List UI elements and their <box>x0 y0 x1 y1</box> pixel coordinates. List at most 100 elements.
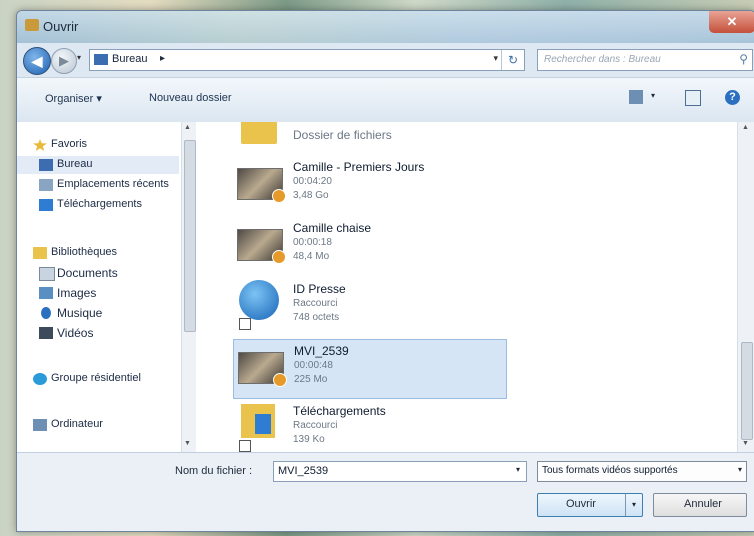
scroll-up-icon[interactable]: ▲ <box>742 124 749 131</box>
sidebar-item-music[interactable]: Musique <box>17 304 179 322</box>
star-icon <box>33 139 47 151</box>
desktop-icon <box>39 159 53 171</box>
history-dropdown[interactable]: ▾ <box>77 53 81 62</box>
video-thumbnail <box>238 352 287 387</box>
back-button[interactable]: ◀ <box>23 47 51 75</box>
sidebar-item-desktop[interactable]: Bureau <box>17 156 179 174</box>
downloads-folder-icon <box>241 404 275 438</box>
file-type-value[interactable]: Tous formats vidéos supportés <box>542 465 678 476</box>
views-icon[interactable] <box>629 90 643 104</box>
organize-button[interactable]: Organiser ▾ <box>45 92 102 105</box>
sidebar-item-favorites[interactable]: Favoris <box>17 136 179 154</box>
preview-pane-icon[interactable] <box>685 90 701 106</box>
search-icon[interactable]: ⚲ <box>739 52 748 66</box>
help-icon[interactable]: ? <box>725 90 740 105</box>
file-size: 48,4 Mo <box>293 251 330 262</box>
file-name: Camille - Premiers Jours <box>293 160 425 174</box>
file-type-dropdown-icon[interactable]: ▾ <box>738 465 742 474</box>
sidebar-item-videos[interactable]: Vidéos <box>17 324 179 342</box>
file-name: ID Presse <box>293 282 346 296</box>
shortcut-arrow-icon <box>239 318 251 330</box>
cancel-button[interactable]: Annuler <box>653 493 747 517</box>
library-icon <box>33 247 47 259</box>
file-name: Camille chaise <box>293 221 372 235</box>
sidebar-item-homegroup[interactable]: Groupe résidentiel <box>17 370 179 388</box>
list-item[interactable]: ID Presse Raccourci 748 octets <box>233 278 505 336</box>
search-box[interactable]: Rechercher dans : Bureau ⚲ <box>537 49 753 71</box>
open-dropdown-icon[interactable]: ▾ <box>625 494 642 516</box>
sidebar-item-images[interactable]: Images <box>17 284 179 302</box>
close-button[interactable]: ✕ <box>709 11 754 33</box>
sidebar-item-computer[interactable]: Ordinateur <box>17 416 179 434</box>
sidebar-item-label: Documents <box>57 266 118 280</box>
video-thumbnail <box>237 168 286 203</box>
filename-field[interactable]: MVI_2539 ▾ <box>273 461 527 482</box>
views-dropdown-icon[interactable]: ▾ <box>651 91 655 100</box>
open-file-dialog: Ouvrir ✕ ◀ ▶ ▾ Bureau ▸ ▾ ↻ Rechercher d… <box>16 10 754 532</box>
sidebar-item-label: Bibliothèques <box>51 246 118 258</box>
file-size: 3,48 Go <box>293 190 329 201</box>
sidebar-item-label: Ordinateur <box>51 418 103 430</box>
scroll-up-icon[interactable]: ▲ <box>184 124 191 131</box>
id-presse-icon <box>239 280 279 320</box>
list-item-selected[interactable]: MVI_2539 00:00:48 225 Mo <box>233 339 507 399</box>
sidebar-scrollbar[interactable]: ▲ ▼ <box>181 122 196 452</box>
folder-icon <box>94 54 108 65</box>
video-badge-icon <box>272 189 286 203</box>
documents-icon <box>39 267 55 281</box>
breadcrumb[interactable]: Bureau <box>112 53 147 65</box>
address-dropdown-icon[interactable]: ▾ <box>493 53 498 64</box>
shortcut-arrow-icon <box>239 440 251 452</box>
homegroup-icon <box>33 373 47 385</box>
list-item[interactable]: Camille - Premiers Jours 00:04:20 3,48 G… <box>233 156 505 214</box>
title-bar[interactable]: Ouvrir ✕ <box>17 11 754 43</box>
music-icon <box>41 307 51 319</box>
open-button[interactable]: Ouvrir ▾ <box>537 493 643 517</box>
file-list: Dossier de fichiers Camille - Premiers J… <box>197 122 737 452</box>
address-bar[interactable]: Bureau ▸ ▾ ↻ <box>89 49 525 71</box>
file-name: Dossier de fichiers <box>293 128 392 142</box>
scroll-down-icon[interactable]: ▼ <box>184 440 191 447</box>
file-list-scrollbar[interactable]: ▲ ▼ <box>737 122 754 452</box>
sidebar-item-label: Images <box>57 286 97 300</box>
forward-button[interactable]: ▶ <box>51 48 77 74</box>
scroll-down-icon[interactable]: ▼ <box>742 440 749 447</box>
refresh-button[interactable]: ↻ <box>501 50 524 70</box>
new-folder-button[interactable]: Nouveau dossier <box>149 92 232 104</box>
list-item[interactable]: Téléchargements Raccourci 139 Ko <box>233 400 505 452</box>
scrollbar-thumb[interactable] <box>741 342 753 440</box>
list-item[interactable]: Camille chaise 00:00:18 48,4 Mo <box>233 217 505 275</box>
computer-icon <box>33 419 47 431</box>
filename-value[interactable]: MVI_2539 <box>278 465 328 477</box>
file-name: Téléchargements <box>293 404 386 418</box>
file-type: Raccourci <box>293 298 338 309</box>
file-duration: 00:04:20 <box>293 176 332 187</box>
dialog-title: Ouvrir <box>43 19 79 34</box>
file-type-select[interactable]: Tous formats vidéos supportés ▾ <box>537 461 747 482</box>
sidebar-item-label: Musique <box>57 306 103 320</box>
navigation-pane: Favoris Bureau Emplacements récents Télé… <box>17 122 197 452</box>
video-badge-icon <box>273 373 287 387</box>
recent-places-icon <box>39 179 53 191</box>
command-toolbar: Organiser ▾ Nouveau dossier ▾ ? <box>17 77 754 123</box>
sidebar-item-label: Favoris <box>51 138 88 150</box>
open-button-label[interactable]: Ouvrir <box>566 498 596 510</box>
search-input[interactable]: Rechercher dans : Bureau <box>544 54 661 65</box>
video-badge-icon <box>272 250 286 264</box>
filename-dropdown-icon[interactable]: ▾ <box>516 465 520 474</box>
file-duration: 00:00:18 <box>293 237 332 248</box>
file-name: MVI_2539 <box>294 344 349 358</box>
sidebar-item-documents[interactable]: Documents <box>17 264 179 282</box>
cancel-button-label[interactable]: Annuler <box>684 498 722 510</box>
dialog-footer: Nom du fichier : MVI_2539 ▾ Tous formats… <box>17 452 754 531</box>
scrollbar-thumb[interactable] <box>184 140 196 332</box>
sidebar-item-recent-places[interactable]: Emplacements récents <box>17 176 179 194</box>
sidebar-item-libraries[interactable]: Bibliothèques <box>17 244 179 262</box>
breadcrumb-arrow-icon[interactable]: ▸ <box>160 53 165 64</box>
sidebar-item-label: Bureau <box>57 158 93 170</box>
sidebar-item-downloads[interactable]: Téléchargements <box>17 196 179 214</box>
downloads-icon <box>39 199 53 211</box>
file-type: Raccourci <box>293 420 338 431</box>
file-duration: 00:00:48 <box>294 360 333 371</box>
sidebar-item-label: Emplacements récents <box>57 178 169 190</box>
